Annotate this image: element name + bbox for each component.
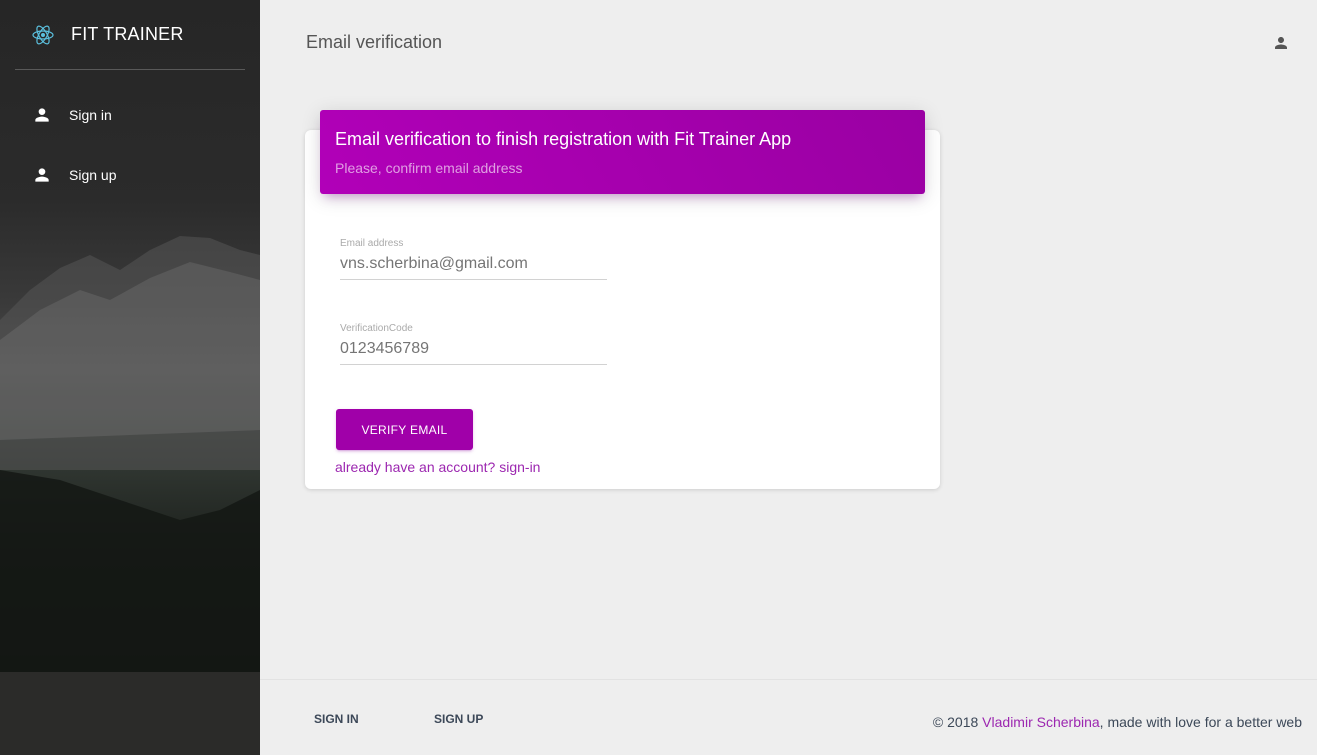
email-field-group: Email address [340, 238, 607, 280]
sidebar-item-sign-in[interactable]: Sign in [0, 85, 260, 145]
sidebar-bottom [0, 672, 260, 755]
code-field-group: VerificationCode [340, 323, 607, 365]
footer-divider [260, 679, 1317, 680]
copyright-suffix: , made with love for a better web [1099, 714, 1302, 730]
sidebar: FIT TRAINER Sign in Sign up [0, 0, 260, 755]
sidebar-item-sign-up[interactable]: Sign up [0, 145, 260, 205]
footer-sign-up-link[interactable]: SIGN UP [434, 712, 483, 726]
card-title: Email verification to finish registratio… [335, 129, 792, 149]
verification-code-field[interactable] [340, 334, 607, 365]
footer-sign-in-link[interactable]: SIGN IN [314, 712, 359, 726]
copyright-prefix: © 2018 [932, 714, 979, 730]
brand-title: FIT TRAINER [71, 24, 184, 44]
verify-email-button[interactable]: VERIFY EMAIL [336, 409, 473, 450]
sidebar-item-label: Sign in [69, 107, 112, 123]
sign-in-link[interactable]: already have an account? sign-in [335, 459, 540, 475]
page-title: Email verification [306, 32, 443, 52]
email-label: Email address [340, 238, 404, 249]
verification-code-label: VerificationCode [340, 323, 413, 334]
sidebar-nav: Sign in Sign up [0, 85, 260, 205]
person-icon [35, 108, 49, 122]
card-header: Email verification to finish registratio… [320, 110, 925, 194]
copyright: © 2018 Vladimir Scherbina, made with lov… [933, 714, 1302, 730]
author-link[interactable]: Vladimir Scherbina [982, 714, 1100, 730]
brand[interactable]: FIT TRAINER [15, 0, 245, 70]
person-icon[interactable] [1272, 34, 1290, 52]
email-field[interactable] [340, 249, 607, 280]
person-icon [35, 168, 49, 182]
react-atom-icon [32, 25, 54, 44]
card-subtitle: Please, confirm email address [335, 160, 523, 176]
sidebar-item-label: Sign up [69, 167, 117, 183]
